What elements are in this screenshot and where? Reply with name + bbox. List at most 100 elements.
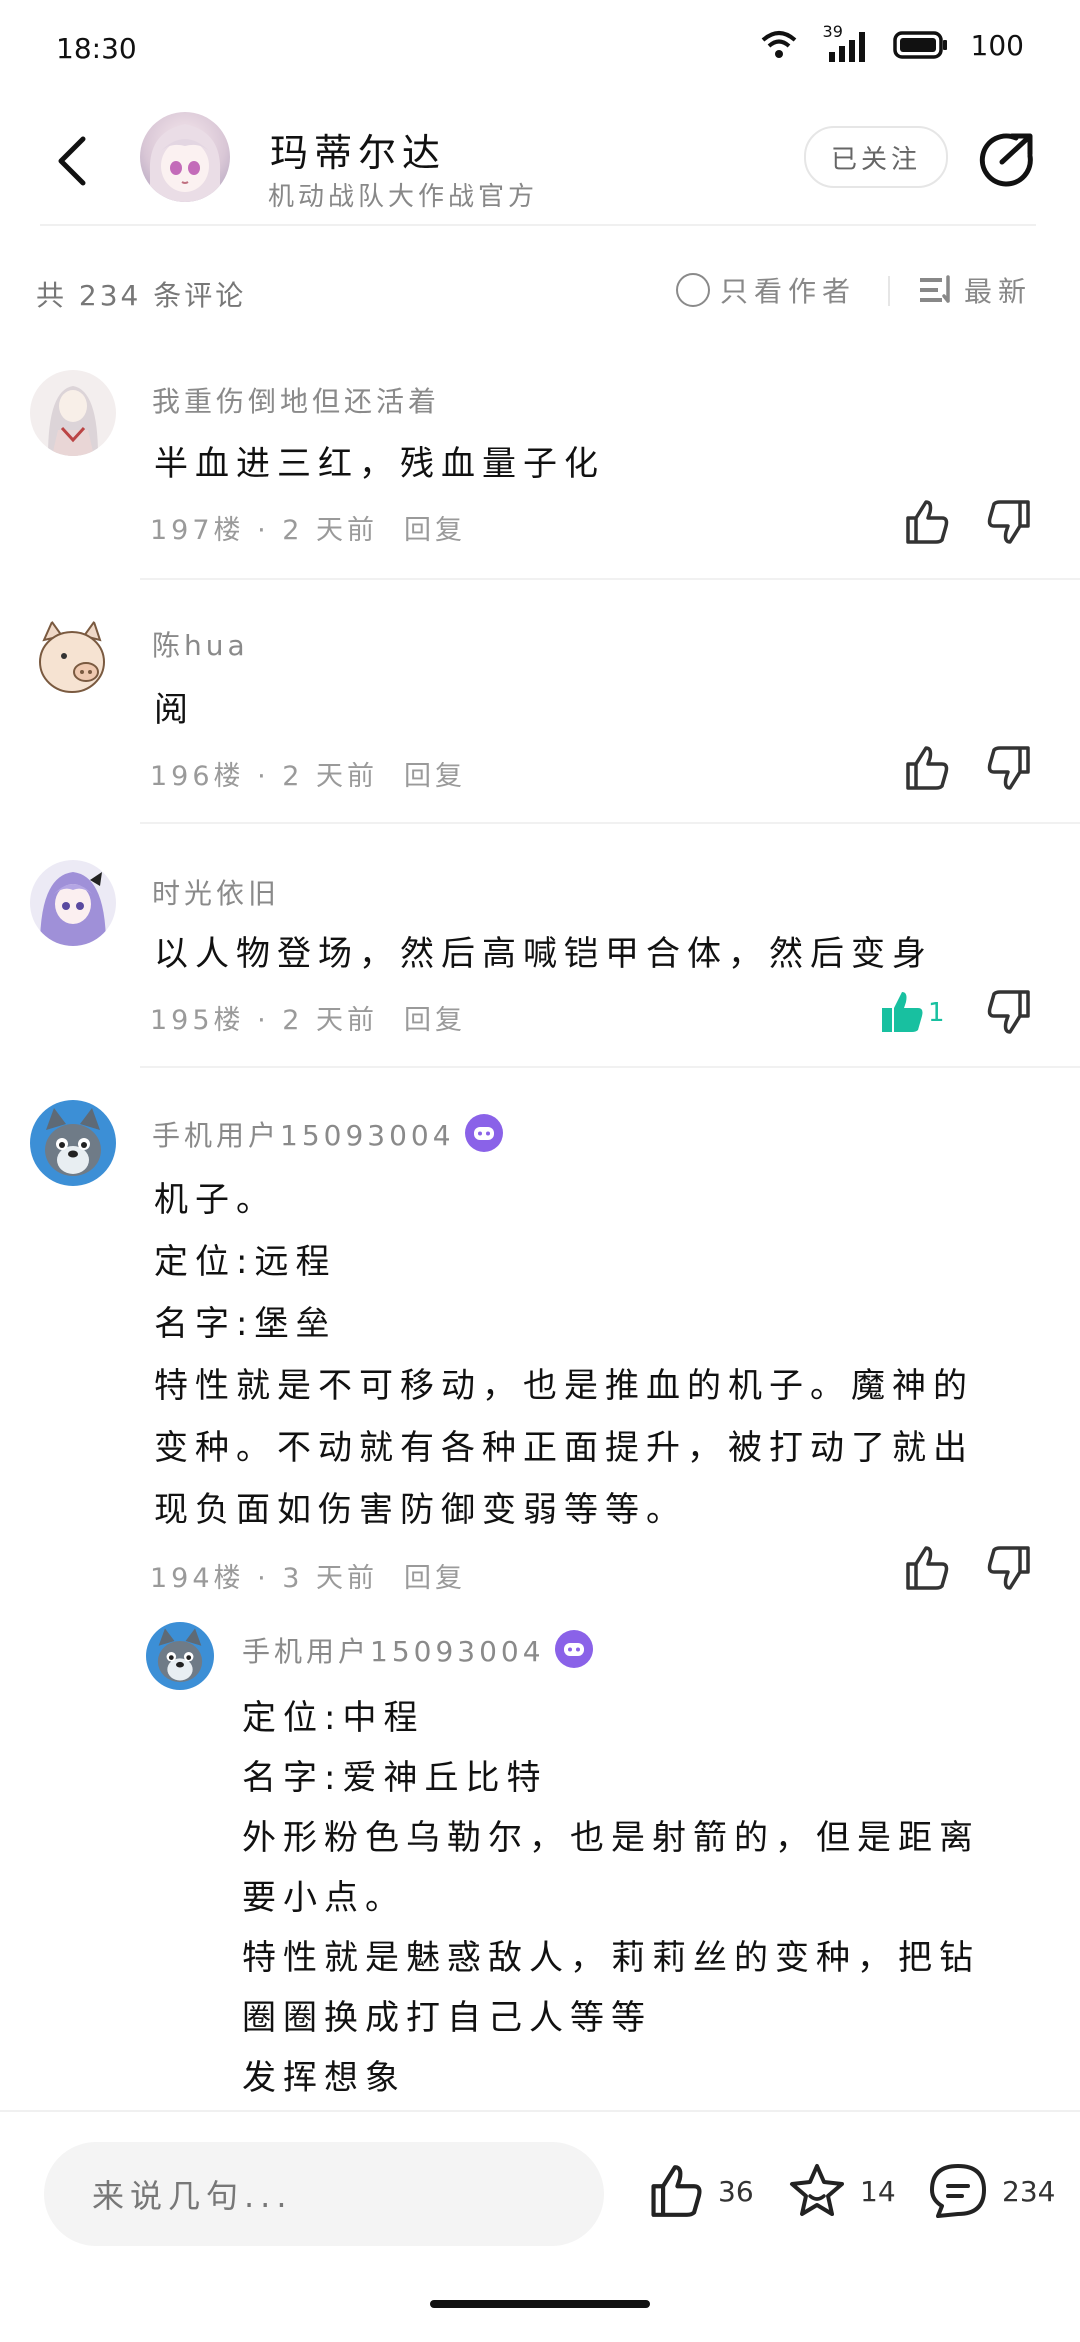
username[interactable]: 时光依旧 [152,872,280,912]
avatar[interactable] [30,860,116,946]
username-text: 手机用户15093004 [152,1119,455,1152]
dislike-button[interactable] [984,1542,1036,1594]
reply-button[interactable]: 回复 [404,1005,466,1036]
thumbs-up-icon [651,2165,702,2217]
sort-label: 最新 [964,275,1033,308]
like-action[interactable]: 36 [644,2160,754,2222]
comment-text: 阅 [154,690,195,730]
avatar-image [30,860,116,946]
anime-avatar-image [149,124,221,202]
thumbs-down-icon [987,1546,1030,1590]
comment-action[interactable]: 234 [926,2160,1055,2222]
username[interactable]: 我重伤倒地但还活着 [152,380,440,420]
avatar[interactable] [146,1622,214,1690]
comment-bubble-icon [930,2164,986,2218]
favorite-action[interactable]: 14 [786,2160,896,2222]
like-count: 36 [718,2174,754,2208]
username[interactable]: 手机用户15093004 [152,1114,503,1156]
page-title: 玛蒂尔达 [270,131,447,175]
like-count: 1 [928,998,945,1028]
status-icons: 39 100 [759,22,1024,62]
comment-text-line: 特性就是不可移动，也是推血的机子。魔神的 [154,1366,974,1406]
comment-text-line: 名字:堡垒 [154,1304,337,1344]
cellular-signal-icon: 39 [821,22,871,62]
avatar[interactable] [30,370,116,456]
share-button[interactable] [976,130,1036,190]
reply-text-line: 定位:中程 [242,1698,425,1738]
reply-text-line: 名字:爱神丘比特 [242,1758,548,1798]
reply-text-line: 要小点。 [242,1878,406,1918]
reply-button[interactable]: 回复 [404,761,466,792]
sort-button[interactable]: 最新 [920,270,1032,310]
divider [140,578,1080,580]
only-author-label: 只看作者 [720,275,857,308]
comment-meta: 197楼 · 2 天前 回复 [150,508,466,547]
status-time: 18:30 [56,32,137,65]
username[interactable]: 手机用户15093004 [242,1630,593,1672]
comment-text: 半血进三红，残血量子化 [154,444,605,484]
thumbs-down-icon [987,990,1030,1034]
wolf-avatar-image [30,1100,116,1186]
thumbs-up-icon [906,746,949,790]
floor-time: 194楼 · 3 天前 [150,1563,379,1594]
comment-meta: 195楼 · 2 天前 回复 [150,998,466,1037]
comment-text: 以人物登场，然后高喊铠甲合体，然后变身 [154,934,933,974]
like-button[interactable] [900,496,952,548]
home-indicator[interactable] [430,2300,650,2308]
radio-icon [676,273,710,307]
comment-meta: 196楼 · 2 天前 回复 [150,754,466,793]
floor-time: 197楼 · 2 天前 [150,515,379,546]
wifi-icon [761,31,796,58]
username[interactable]: 陈hua [152,624,249,664]
username-text: 手机用户15093004 [242,1635,545,1668]
comment-input[interactable]: 来说几句... [44,2142,604,2246]
star-icon [790,2164,844,2216]
share-icon [979,133,1033,187]
only-author-toggle[interactable]: 只看作者 [676,270,856,310]
page-subtitle: 机动战队大作战官方 [268,182,539,212]
battery-level: 100 [970,28,1024,62]
comment-meta: 194楼 · 3 天前 回复 [150,1556,466,1595]
like-button[interactable] [900,1542,952,1594]
sort-bar: 共 234 条评论 只看作者 最新 [0,262,1080,322]
header-divider [40,224,1036,226]
signal-label: 39 [822,22,843,41]
thumbs-up-filled-icon [882,992,923,1032]
reply-text-line: 发挥想象 [242,2058,406,2098]
follow-button[interactable]: 已关注 [804,126,948,188]
thumbs-down-icon [987,746,1030,790]
back-button[interactable] [44,128,100,194]
thumbs-up-icon [906,500,949,544]
thumbs-up-icon [906,1546,949,1590]
avatar[interactable] [140,112,230,202]
dislike-button[interactable] [984,742,1036,794]
comment-text-line: 变种。不动就有各种正面提升，被打动了就出 [154,1428,974,1468]
wolf-avatar-image [146,1622,214,1690]
comment-text-line: 现负面如伤害防御变弱等等。 [154,1490,687,1530]
thumbs-down-icon [987,500,1030,544]
pig-avatar-image [30,616,116,702]
like-button[interactable] [876,986,928,1038]
divider [140,822,1080,824]
favorite-count: 14 [860,2174,896,2208]
sort-icon [920,275,950,303]
comment-count: 234 [1002,2174,1056,2208]
dislike-button[interactable] [984,986,1036,1038]
game-badge-icon [464,1114,503,1152]
reply-text-line: 外形粉色乌勒尔，也是射箭的，但是距离 [242,1818,980,1858]
header: 玛蒂尔达 机动战队大作战官方 已关注 [0,100,1080,224]
divider [140,1066,1080,1068]
comment-total: 共 234 条评论 [36,279,247,312]
avatar[interactable] [30,1100,116,1186]
reply-button[interactable]: 回复 [404,515,466,546]
avatar[interactable] [30,616,116,702]
dislike-button[interactable] [984,496,1036,548]
game-badge-icon [554,1630,593,1668]
reply-button[interactable]: 回复 [404,1563,466,1594]
battery-icon [892,31,947,59]
like-button[interactable] [900,742,952,794]
floor-time: 195楼 · 2 天前 [150,1005,379,1036]
comment-text-line: 机子。 [154,1180,277,1220]
reply-text-line: 特性就是魅惑敌人，莉莉丝的变种，把钻 [242,1938,980,1978]
avatar-image [30,370,116,456]
